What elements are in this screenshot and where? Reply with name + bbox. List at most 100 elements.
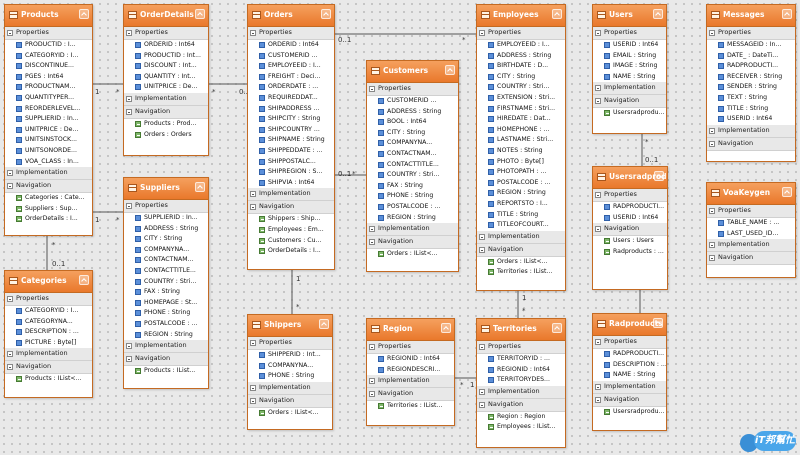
property-row[interactable]: REGION : String [367, 213, 458, 224]
section-implementation[interactable]: Implementation [707, 239, 795, 253]
navigation-property-row[interactable]: Users : Users [593, 236, 667, 247]
collapse-toggle-icon[interactable] [126, 95, 132, 102]
navigation-property-row[interactable]: Orders : IList<... [477, 257, 565, 268]
navigation-property-row[interactable]: OrderDetails : I... [5, 214, 92, 225]
collapse-chevron-icon[interactable] [653, 318, 663, 328]
collapse-toggle-icon[interactable] [126, 108, 132, 115]
collapse-toggle-icon[interactable] [126, 356, 132, 363]
collapse-toggle-icon[interactable] [7, 296, 13, 302]
collapse-toggle-icon[interactable] [250, 340, 256, 346]
property-row[interactable]: REORDERLEVEL... [5, 104, 92, 115]
entity-orders[interactable]: Orders Properties ORDERID : Int64 CUSTOMERI… [247, 4, 335, 270]
property-row[interactable]: ORDERDATE : ... [248, 82, 334, 93]
navigation-property-row[interactable]: Radproducts : ... [593, 247, 667, 258]
entity-orderdetails[interactable]: OrderDetails Properties ORDERID : Int64 PRO… [123, 4, 209, 156]
collapse-toggle-icon[interactable] [126, 203, 132, 209]
entity-header[interactable]: Customers [367, 61, 458, 83]
collapse-toggle-icon[interactable] [369, 391, 375, 398]
entity-header[interactable]: Region [367, 319, 454, 341]
navigation-property-row[interactable]: Usersradprodu... [593, 407, 666, 418]
collapse-toggle-icon[interactable] [369, 86, 375, 92]
property-row[interactable]: COUNTRY : Stri... [124, 277, 208, 288]
section-properties[interactable]: Properties [707, 205, 795, 218]
section-implementation[interactable]: Implementation [248, 381, 332, 395]
property-row[interactable]: DISCONTINUE... [5, 61, 92, 72]
section-navigation[interactable]: Navigation [5, 361, 92, 375]
property-row[interactable]: SHIPPOSTALC... [248, 157, 334, 168]
collapse-chevron-icon[interactable] [319, 319, 329, 329]
property-row[interactable]: POSTALCODE : ... [124, 319, 208, 330]
property-row[interactable]: NAME : String [593, 72, 666, 83]
property-row[interactable]: CONTACTNAM... [367, 149, 458, 160]
property-row[interactable]: SUPPLIERID : In... [124, 213, 208, 224]
property-row[interactable]: SENDER : String [707, 82, 795, 93]
property-row[interactable]: COMPANYNA... [248, 361, 332, 372]
property-row[interactable]: UNITPRICE : De... [5, 125, 92, 136]
property-row[interactable]: MESSAGEID : In... [707, 40, 795, 51]
property-row[interactable]: CATEGORYID : I... [5, 51, 92, 62]
property-row[interactable]: TERRITORYDES... [477, 375, 565, 386]
property-row[interactable]: ADDRESS : String [124, 224, 208, 235]
section-navigation[interactable]: Navigation [5, 180, 92, 194]
collapse-toggle-icon[interactable] [7, 170, 13, 177]
collapse-toggle-icon[interactable] [595, 396, 601, 403]
property-row[interactable]: USERID : Int64 [593, 213, 667, 224]
section-navigation[interactable]: Navigation [124, 353, 208, 367]
section-implementation[interactable]: Implementation [248, 188, 334, 202]
property-row[interactable]: CONTACTTITLE... [124, 266, 208, 277]
collapse-toggle-icon[interactable] [709, 140, 715, 147]
navigation-property-row[interactable]: Products : Prod... [124, 119, 208, 130]
navigation-property-row[interactable]: Orders : IList<... [248, 408, 332, 419]
collapse-chevron-icon[interactable] [445, 65, 455, 75]
collapse-toggle-icon[interactable] [595, 30, 601, 36]
property-row[interactable]: UNITSONORDE... [5, 146, 92, 157]
collapse-toggle-icon[interactable] [250, 204, 256, 211]
property-row[interactable]: UNITPRICE : De... [124, 82, 208, 93]
entity-header[interactable]: Employees [477, 5, 565, 27]
property-row[interactable]: SHIPADDRESS ... [248, 104, 334, 115]
entity-region[interactable]: Region Properties REGIONID : Int64 REGIONDE… [366, 318, 455, 426]
section-properties[interactable]: Properties [367, 83, 458, 96]
property-row[interactable]: CONTACTTITLE... [367, 160, 458, 171]
collapse-chevron-icon[interactable] [441, 323, 451, 333]
property-row[interactable]: FAX : String [367, 181, 458, 192]
navigation-property-row[interactable]: Region : Region [477, 412, 565, 423]
collapse-toggle-icon[interactable] [7, 183, 13, 190]
section-implementation[interactable]: Implementation [124, 340, 208, 354]
property-row[interactable]: TABLE_NAME : ... [707, 218, 795, 229]
property-row[interactable]: RADPRODUCTI... [707, 61, 795, 72]
property-row[interactable]: TITLE : String [477, 210, 565, 221]
property-row[interactable]: VOA_CLASS : In... [5, 157, 92, 168]
property-row[interactable]: SHIPREGION : S... [248, 167, 334, 178]
entity-header[interactable]: Messages [707, 5, 795, 27]
property-row[interactable]: REQUIREDDAT... [248, 93, 334, 104]
entity-territories[interactable]: Territories Properties TERRITORYID : ... RE… [476, 318, 566, 448]
section-implementation[interactable]: Implementation [124, 92, 208, 106]
navigation-property-row[interactable]: Territories : IList... [367, 401, 454, 412]
property-row[interactable]: NAME : String [593, 370, 666, 381]
collapse-chevron-icon[interactable] [321, 9, 331, 19]
entity-products[interactable]: Products Properties PRODUCTID : I... CATEGO… [4, 4, 93, 236]
section-navigation[interactable]: Navigation [707, 252, 795, 266]
property-row[interactable]: HOMEPAGE : St... [124, 298, 208, 309]
property-row[interactable]: CATEGORYID : I... [5, 306, 92, 317]
property-row[interactable]: REGIONID : Int64 [367, 354, 454, 365]
property-row[interactable]: REGION : String [124, 330, 208, 341]
entity-radproducts[interactable]: Radproducts Properties RADPRODUCTI... DESCR… [592, 313, 667, 431]
collapse-toggle-icon[interactable] [479, 344, 485, 350]
property-row[interactable]: TERRITORYID : ... [477, 354, 565, 365]
collapse-toggle-icon[interactable] [479, 388, 485, 395]
collapse-toggle-icon[interactable] [709, 30, 715, 36]
collapse-chevron-icon[interactable] [79, 9, 89, 19]
entity-header[interactable]: Radproducts [593, 314, 666, 336]
navigation-property-row[interactable]: Shippers : Ship... [248, 214, 334, 225]
navigation-property-row[interactable]: Customers : Cu... [248, 236, 334, 247]
collapse-toggle-icon[interactable] [709, 242, 715, 249]
navigation-property-row[interactable]: Products : IList<... [5, 374, 92, 385]
property-row[interactable]: DESCRIPTION : ... [593, 360, 666, 371]
property-row[interactable]: PGES : Int64 [5, 72, 92, 83]
navigation-property-row[interactable]: Categories : Cate... [5, 193, 92, 204]
collapse-chevron-icon[interactable] [782, 187, 792, 197]
entity-categories[interactable]: Categories Properties CATEGORYID : I... CAT… [4, 270, 93, 398]
property-row[interactable]: SHIPPERID : Int... [248, 350, 332, 361]
